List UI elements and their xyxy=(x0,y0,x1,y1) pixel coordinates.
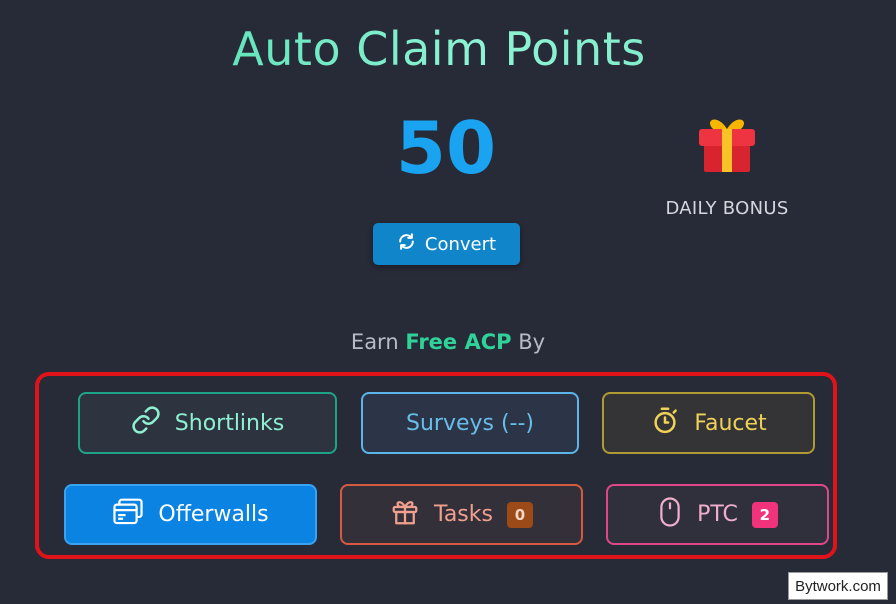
convert-label: Convert xyxy=(424,233,497,255)
gift-icon[interactable] xyxy=(694,110,760,176)
tasks-label: Tasks xyxy=(434,502,493,527)
tasks-count-badge: 0 xyxy=(506,501,533,528)
shortlinks-button[interactable]: Shortlinks xyxy=(78,392,337,454)
sync-icon xyxy=(397,232,416,256)
ptc-count-badge: 2 xyxy=(751,501,778,528)
watermark: Bytwork.com xyxy=(788,572,888,600)
surveys-button[interactable]: Surveys (--) xyxy=(361,392,579,454)
page-title: Auto Claim Points xyxy=(0,22,878,76)
faucet-label: Faucet xyxy=(694,410,767,436)
gift-icon xyxy=(390,497,420,533)
offerwalls-button[interactable]: Offerwalls xyxy=(64,484,317,545)
ptc-label: PTC xyxy=(697,502,738,527)
earn-highlight: Free ACP xyxy=(405,330,512,354)
link-icon xyxy=(131,405,161,441)
stopwatch-icon xyxy=(650,405,680,441)
earn-suffix: By xyxy=(518,330,546,354)
daily-bonus-label[interactable]: DAILY BONUS xyxy=(637,198,817,219)
surveys-label: Surveys (--) xyxy=(405,410,535,436)
convert-button[interactable]: Convert xyxy=(373,223,520,265)
tasks-button[interactable]: Tasks 0 xyxy=(340,484,583,545)
earn-prefix: Earn xyxy=(350,330,399,354)
shortlinks-label: Shortlinks xyxy=(174,410,285,436)
faucet-button[interactable]: Faucet xyxy=(602,392,815,454)
points-balance: 50 xyxy=(395,106,497,190)
mouse-icon xyxy=(657,496,683,534)
offerwalls-label: Offerwalls xyxy=(158,502,269,527)
browser-window-icon xyxy=(112,497,144,533)
earn-heading: Earn Free ACP By xyxy=(0,330,896,354)
ptc-button[interactable]: PTC 2 xyxy=(606,484,829,545)
